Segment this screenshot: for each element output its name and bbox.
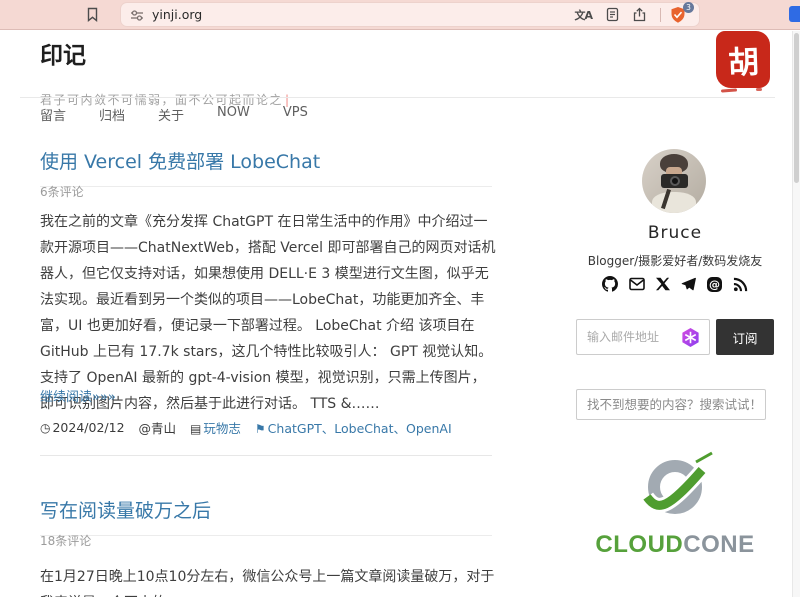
nav-item-now[interactable]: NOW — [217, 105, 250, 124]
nav-item-vps[interactable]: VPS — [283, 105, 308, 124]
bookmark-icon[interactable] — [86, 7, 99, 22]
extension-icon-partial[interactable] — [789, 6, 800, 22]
github-icon[interactable] — [602, 276, 618, 292]
tag-separator: 、 — [322, 421, 335, 436]
post-tags: ⚑ChatGPT、LobeChat、OpenAI — [255, 418, 452, 437]
telegram-icon[interactable] — [681, 277, 696, 291]
tag-separator: 、 — [394, 421, 407, 436]
toolbar-divider — [660, 8, 661, 22]
post-date: ◷2024/02/12 — [40, 420, 125, 435]
site-permissions-icon[interactable] — [130, 9, 144, 21]
nav-item-archive[interactable]: 归档 — [99, 105, 125, 124]
article-separator — [40, 455, 492, 456]
x-twitter-icon[interactable] — [656, 277, 670, 291]
tag-link[interactable]: ChatGPT — [268, 421, 322, 436]
subscribe-form: 订阅 — [576, 319, 774, 355]
extension-badge: 3 — [683, 2, 694, 13]
category-link[interactable]: 玩物志 — [203, 421, 241, 436]
comments-count[interactable]: 18条评论 — [40, 532, 91, 549]
post-category: ▤玩物志 — [190, 418, 241, 437]
author-description: Blogger/摄影爱好者/数码发烧友 — [576, 252, 774, 269]
password-extension-icon[interactable] — [680, 327, 701, 348]
sidebar: Bruce Blogger/摄影爱好者/数码发烧友 @ — [576, 31, 774, 597]
author-name: Bruce — [576, 223, 774, 243]
nav-item-about[interactable]: 关于 — [158, 105, 184, 124]
cloudcone-logo-text: CLOUDCONE — [576, 531, 774, 559]
clock-icon: ◷ — [40, 421, 50, 435]
site-title[interactable]: 印记 — [40, 36, 86, 70]
article-excerpt: 在1月27日晚上10点10分左右，微信公众号上一篇文章阅读量破万，对于我来说是一… — [40, 564, 496, 597]
tag-link[interactable]: LobeChat — [334, 421, 393, 436]
tag-flag-icon: ⚑ — [255, 422, 266, 436]
cloudcone-logo-icon — [632, 449, 718, 523]
social-links: @ — [576, 276, 774, 292]
browser-toolbar: yinji.org 文A 3 — [0, 0, 800, 30]
scrollbar[interactable] — [792, 31, 800, 597]
scrollbar-thumb[interactable] — [794, 33, 799, 183]
email-icon[interactable] — [629, 277, 645, 291]
cloudcone-ad[interactable]: CLOUDCONE — [576, 449, 774, 559]
nav-item-message-board[interactable]: 留言 — [40, 105, 66, 124]
reader-mode-icon[interactable] — [606, 7, 619, 22]
page-content: 印记 君子可内敛不可懦弱，面不公可起而论之| 胡 留言 归档 关于 NOW VP… — [0, 31, 792, 597]
rss-icon[interactable] — [733, 277, 748, 292]
read-more-link[interactable]: 继续阅读»»» — [40, 386, 116, 405]
author-avatar — [642, 149, 706, 213]
article-title[interactable]: 使用 Vercel 免费部署 LobeChat — [40, 147, 492, 187]
url-bar[interactable]: yinji.org 文A 3 — [121, 3, 699, 26]
adblock-extension-icon[interactable]: 3 — [670, 5, 690, 25]
translate-icon[interactable]: 文A — [574, 7, 592, 23]
post-author: @青山 — [139, 418, 177, 437]
category-icon: ▤ — [190, 422, 201, 436]
subscribe-button[interactable]: 订阅 — [716, 319, 774, 355]
main-nav: 留言 归档 关于 NOW VPS — [40, 105, 308, 124]
article-meta: ◷2024/02/12 @青山 ▤玩物志 ⚑ChatGPT、LobeChat、O… — [40, 418, 452, 437]
article-title[interactable]: 写在阅读量破万之后 — [40, 496, 492, 536]
url-text: yinji.org — [152, 7, 202, 22]
share-icon[interactable] — [632, 7, 647, 22]
tag-link[interactable]: OpenAI — [406, 421, 452, 436]
search-input[interactable] — [576, 389, 766, 420]
comments-count[interactable]: 6条评论 — [40, 183, 84, 200]
mastodon-icon[interactable]: @ — [707, 277, 722, 292]
